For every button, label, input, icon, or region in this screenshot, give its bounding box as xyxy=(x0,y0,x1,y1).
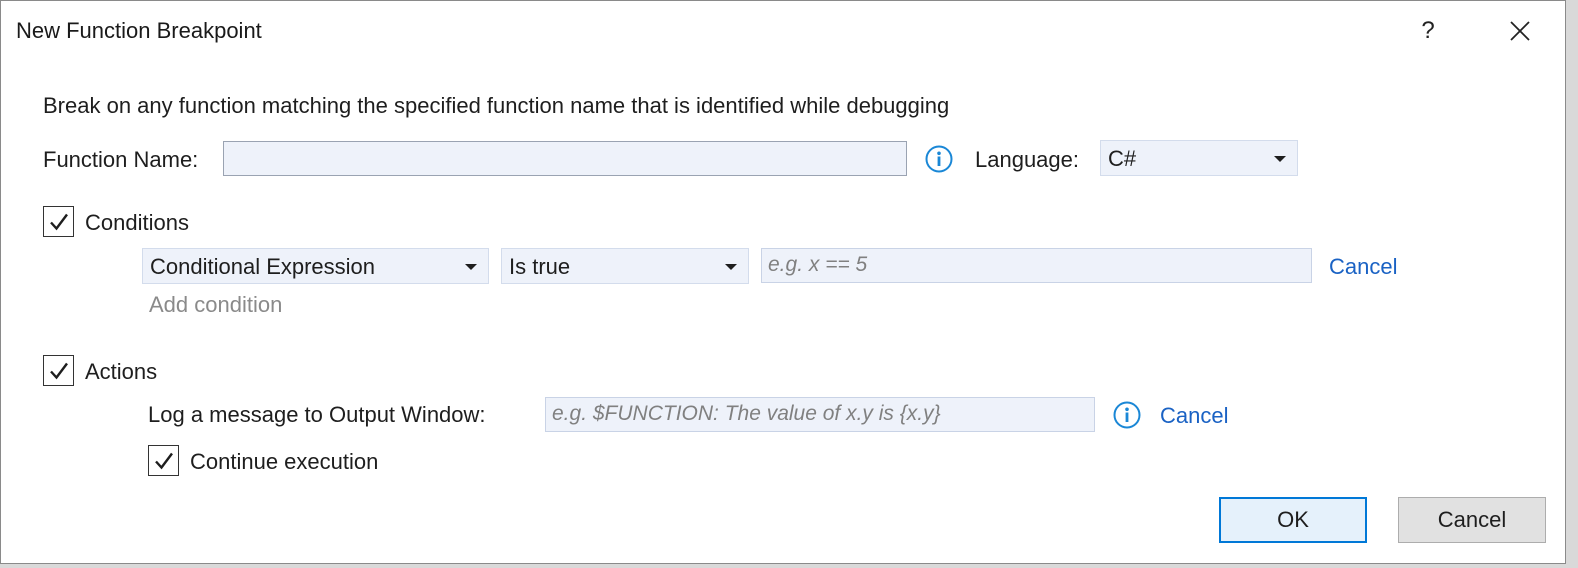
dialog-description: Break on any function matching the speci… xyxy=(43,93,950,118)
conditions-label: Conditions xyxy=(85,210,189,235)
function-name-info-icon[interactable] xyxy=(925,145,953,173)
actions-label: Actions xyxy=(85,359,158,384)
conditions-cancel-link[interactable]: Cancel xyxy=(1329,254,1397,280)
function-name-input[interactable] xyxy=(223,141,907,176)
function-name-label: Function Name: xyxy=(43,147,199,172)
dialog-title: New Function Breakpoint xyxy=(16,18,262,43)
conditions-checkbox[interactable] xyxy=(43,206,74,237)
close-button[interactable] xyxy=(1497,9,1543,53)
checkmark-icon xyxy=(154,452,173,469)
language-select-value: C# xyxy=(1108,146,1137,171)
condition-operator-select[interactable]: Is true xyxy=(501,248,749,284)
language-label: Language: xyxy=(975,147,1079,172)
ok-button[interactable]: OK xyxy=(1219,497,1367,543)
actions-checkbox[interactable] xyxy=(43,355,74,386)
cancel-button[interactable]: Cancel xyxy=(1398,497,1546,543)
actions-cancel-link[interactable]: Cancel xyxy=(1160,403,1228,429)
log-message-input[interactable]: e.g. $FUNCTION: The value of x.y is {x.y… xyxy=(545,397,1095,432)
continue-execution-checkbox[interactable] xyxy=(148,445,179,476)
help-button[interactable]: ? xyxy=(1405,9,1451,53)
checkmark-icon xyxy=(49,362,68,379)
checkmark-icon xyxy=(49,213,68,230)
log-message-info-icon[interactable] xyxy=(1113,401,1141,429)
condition-type-select[interactable]: Conditional Expression xyxy=(142,248,489,284)
chevron-down-icon xyxy=(465,264,477,270)
condition-expression-input[interactable]: e.g. x == 5 xyxy=(761,248,1312,283)
new-function-breakpoint-dialog: New Function Breakpoint ? Break on any f… xyxy=(0,0,1566,564)
chevron-down-icon xyxy=(725,264,737,270)
add-condition-link[interactable]: Add condition xyxy=(149,292,282,318)
chevron-down-icon xyxy=(1274,156,1286,162)
condition-operator-value: Is true xyxy=(509,254,571,279)
condition-type-value: Conditional Expression xyxy=(150,254,376,279)
log-message-label: Log a message to Output Window: xyxy=(148,402,486,427)
language-select[interactable]: C# xyxy=(1100,140,1298,176)
continue-execution-label: Continue execution xyxy=(190,449,379,474)
close-icon xyxy=(1510,21,1530,41)
title-bar: New Function Breakpoint ? xyxy=(1,1,1565,63)
